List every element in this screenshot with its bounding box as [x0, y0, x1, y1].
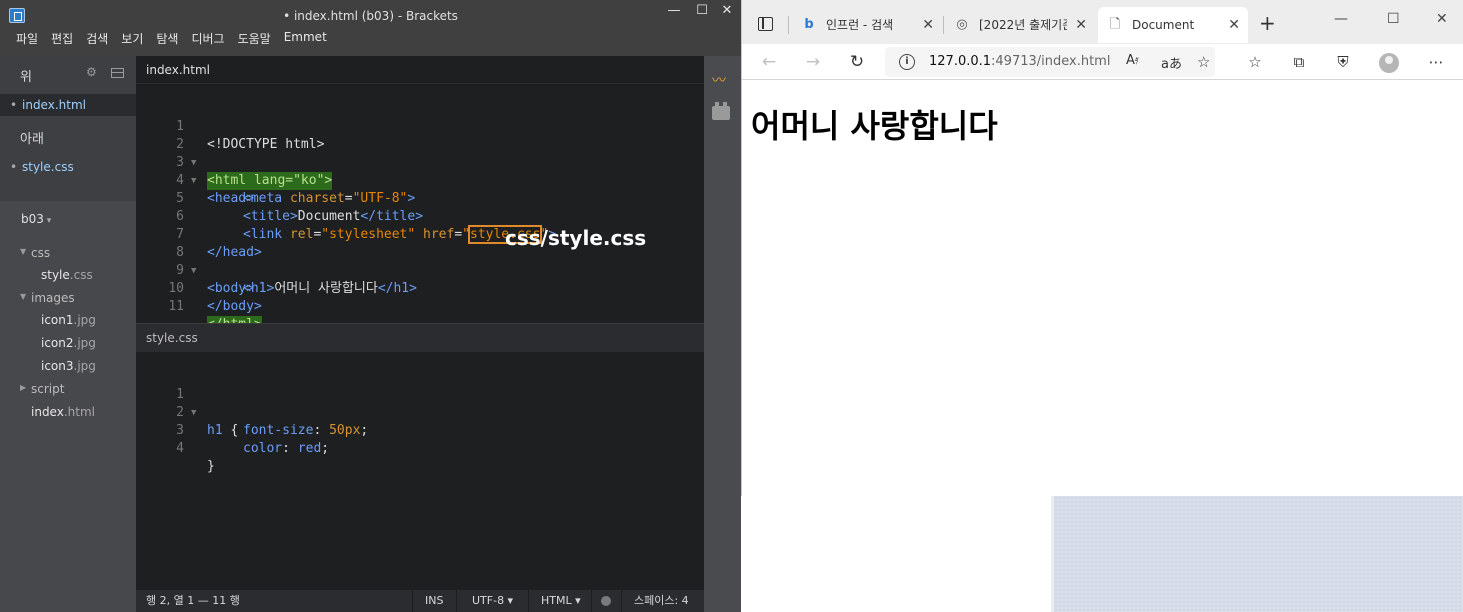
linter-status-icon[interactable]: [601, 596, 611, 606]
menu-help[interactable]: 도움말: [238, 30, 271, 47]
code-line[interactable]: 2 font-size: 50px;: [136, 386, 704, 438]
close-tab-icon[interactable]: ✕: [922, 7, 934, 43]
live-preview-icon[interactable]: 〰: [712, 74, 732, 88]
code-line[interactable]: 10 </body>: [136, 262, 704, 314]
info-icon[interactable]: i: [899, 54, 915, 70]
code-line[interactable]: 11 </html>: [136, 280, 704, 334]
tab-inflearn-search[interactable]: b 인프런 - 검색 ✕: [792, 7, 942, 43]
menu-emmet[interactable]: Emmet: [284, 30, 327, 47]
close-icon[interactable]: ✕: [713, 3, 741, 19]
bing-icon: b: [804, 17, 814, 32]
window-title: • index.html (b03) - Brackets: [283, 9, 458, 23]
cursor-position: 행 2, 열 1 — 11 행: [146, 594, 240, 607]
close-tab-icon[interactable]: ✕: [1228, 7, 1240, 43]
encoding-select[interactable]: UTF-8 ▾: [472, 590, 513, 612]
maximize-icon[interactable]: ☐: [1387, 11, 1400, 27]
menu-find[interactable]: 검색: [86, 30, 108, 47]
read-aloud-icon[interactable]: A𝄿: [1126, 53, 1139, 68]
working-set-top-label: 위: [20, 70, 32, 85]
indent-setting[interactable]: 스페이스: 4: [634, 590, 689, 612]
tree-folder-images[interactable]: ▼ images: [20, 291, 75, 305]
favorites-icon[interactable]: ☆: [1243, 50, 1267, 74]
menu-navigate[interactable]: 탐색: [156, 30, 178, 47]
close-icon[interactable]: ✕: [1436, 11, 1448, 27]
new-tab-button[interactable]: +: [1259, 11, 1276, 35]
browser-essentials-icon[interactable]: ⛨: [1331, 50, 1355, 74]
menu-edit[interactable]: 편집: [51, 30, 73, 47]
overlay-annotation: css/style.css: [505, 226, 647, 250]
chevron-down-icon: ▼: [20, 247, 27, 256]
translate-icon[interactable]: aあ: [1161, 53, 1182, 72]
code-line[interactable]: 2 ▼ <html lang="ko">: [136, 118, 704, 190]
minimize-icon[interactable]: —: [1334, 11, 1348, 27]
editor-area: index.html 1 <!DOCTYPE html> 2 ▼ <html l…: [136, 56, 704, 590]
maximize-icon[interactable]: ☐: [688, 3, 716, 19]
collections-icon[interactable]: ⧉: [1287, 50, 1311, 74]
globe-icon: ◎: [956, 17, 968, 32]
code-line[interactable]: 4 <meta charset="UTF-8">: [136, 154, 704, 206]
forward-icon[interactable]: →: [801, 50, 825, 74]
code-line[interactable]: 1 ▼ h1 {: [136, 368, 704, 438]
address-bar[interactable]: i 127.0.0.1:49713/index.html A𝄿 aあ ☆: [885, 47, 1215, 77]
chevron-down-icon: ▼: [20, 292, 27, 301]
sidebar: 위 ⚙ index.html 아래 style.css b03 ▼ css st…: [0, 56, 136, 612]
desktop-window-area: [1051, 496, 1463, 612]
pane1-header[interactable]: index.html: [136, 56, 704, 84]
menu-bar: 파일 편집 검색 보기 탐색 디버그 도움말 Emmet: [16, 30, 327, 47]
menu-debug[interactable]: 디버그: [191, 30, 224, 47]
working-set: 위 ⚙ index.html 아래 style.css: [0, 56, 136, 201]
insert-mode[interactable]: INS: [425, 590, 443, 612]
tab-exam-criteria[interactable]: ◎ [2022년 출제기준 ✕: [945, 7, 1095, 43]
chevron-right-icon: ▶: [20, 383, 27, 392]
refresh-icon[interactable]: ↻: [845, 50, 869, 74]
code-line[interactable]: 7 </head>: [136, 208, 704, 260]
code-line[interactable]: 3 color: red;: [136, 404, 704, 456]
code-line[interactable]: 1 <!DOCTYPE html>: [136, 100, 704, 152]
nav-bar: ← → ↻ i 127.0.0.1:49713/index.html A𝄿 aあ…: [742, 44, 1463, 80]
back-icon[interactable]: ←: [757, 50, 781, 74]
status-bar: 행 2, 열 1 — 11 행 INS UTF-8 ▾ HTML ▾ 스페이스:…: [136, 590, 704, 612]
working-file-style[interactable]: style.css: [0, 156, 136, 178]
tree-file-icon2[interactable]: icon2.jpg: [41, 336, 96, 350]
brackets-titlebar: • index.html (b03) - Brackets — ☐ ✕ 파일 편…: [0, 0, 741, 56]
page-heading: 어머니 사랑합니다: [751, 107, 998, 145]
tab-actions-icon[interactable]: [758, 17, 773, 31]
right-toolbar: 〰: [704, 56, 741, 612]
code-line[interactable]: 4 }: [136, 422, 704, 474]
code-line[interactable]: 3 ▼ <head>: [136, 136, 704, 206]
code-line[interactable]: 5 <title>Document</title>: [136, 172, 704, 224]
brackets-window: • index.html (b03) - Brackets — ☐ ✕ 파일 편…: [0, 0, 741, 612]
tree-folder-script[interactable]: ▶ script: [20, 382, 64, 396]
tree-file-style-css[interactable]: style.css: [41, 268, 93, 282]
split-view-icon[interactable]: [111, 68, 124, 78]
desktop-background: [741, 496, 1463, 612]
tree-file-index[interactable]: index.html: [31, 405, 95, 419]
more-options-icon[interactable]: ⋯: [1424, 50, 1448, 74]
code-line[interactable]: 6 <link rel="stylesheet" href="style.css…: [136, 190, 704, 244]
gear-icon[interactable]: ⚙: [86, 66, 98, 78]
add-favorite-icon[interactable]: ☆: [1197, 53, 1210, 71]
language-select[interactable]: HTML ▾: [541, 590, 581, 612]
working-set-bottom-label: 아래: [20, 132, 44, 147]
minimize-icon[interactable]: —: [660, 3, 688, 19]
working-file-index[interactable]: index.html: [0, 94, 136, 116]
project-title[interactable]: b03: [21, 212, 51, 226]
page-icon: 🗋: [1109, 17, 1121, 32]
tab-strip: b 인프런 - 검색 ✕ ◎ [2022년 출제기준 ✕ 🗋 Document …: [742, 0, 1463, 44]
tree-file-icon3[interactable]: icon3.jpg: [41, 359, 96, 373]
menu-file[interactable]: 파일: [16, 30, 38, 47]
url-text[interactable]: 127.0.0.1:49713/index.html: [929, 54, 1110, 69]
page-viewport: 어머니 사랑합니다: [742, 81, 1463, 496]
close-tab-icon[interactable]: ✕: [1075, 7, 1087, 43]
tree-folder-css[interactable]: ▼ css: [20, 246, 50, 260]
extension-manager-icon[interactable]: [712, 102, 730, 120]
tree-file-icon1[interactable]: icon1.jpg: [41, 313, 96, 327]
menu-view[interactable]: 보기: [121, 30, 143, 47]
browser-window: b 인프런 - 검색 ✕ ◎ [2022년 출제기준 ✕ 🗋 Document …: [741, 0, 1463, 496]
profile-avatar[interactable]: [1379, 53, 1399, 73]
tab-document[interactable]: 🗋 Document ✕: [1098, 7, 1248, 43]
pane2-header[interactable]: style.css: [136, 324, 704, 352]
